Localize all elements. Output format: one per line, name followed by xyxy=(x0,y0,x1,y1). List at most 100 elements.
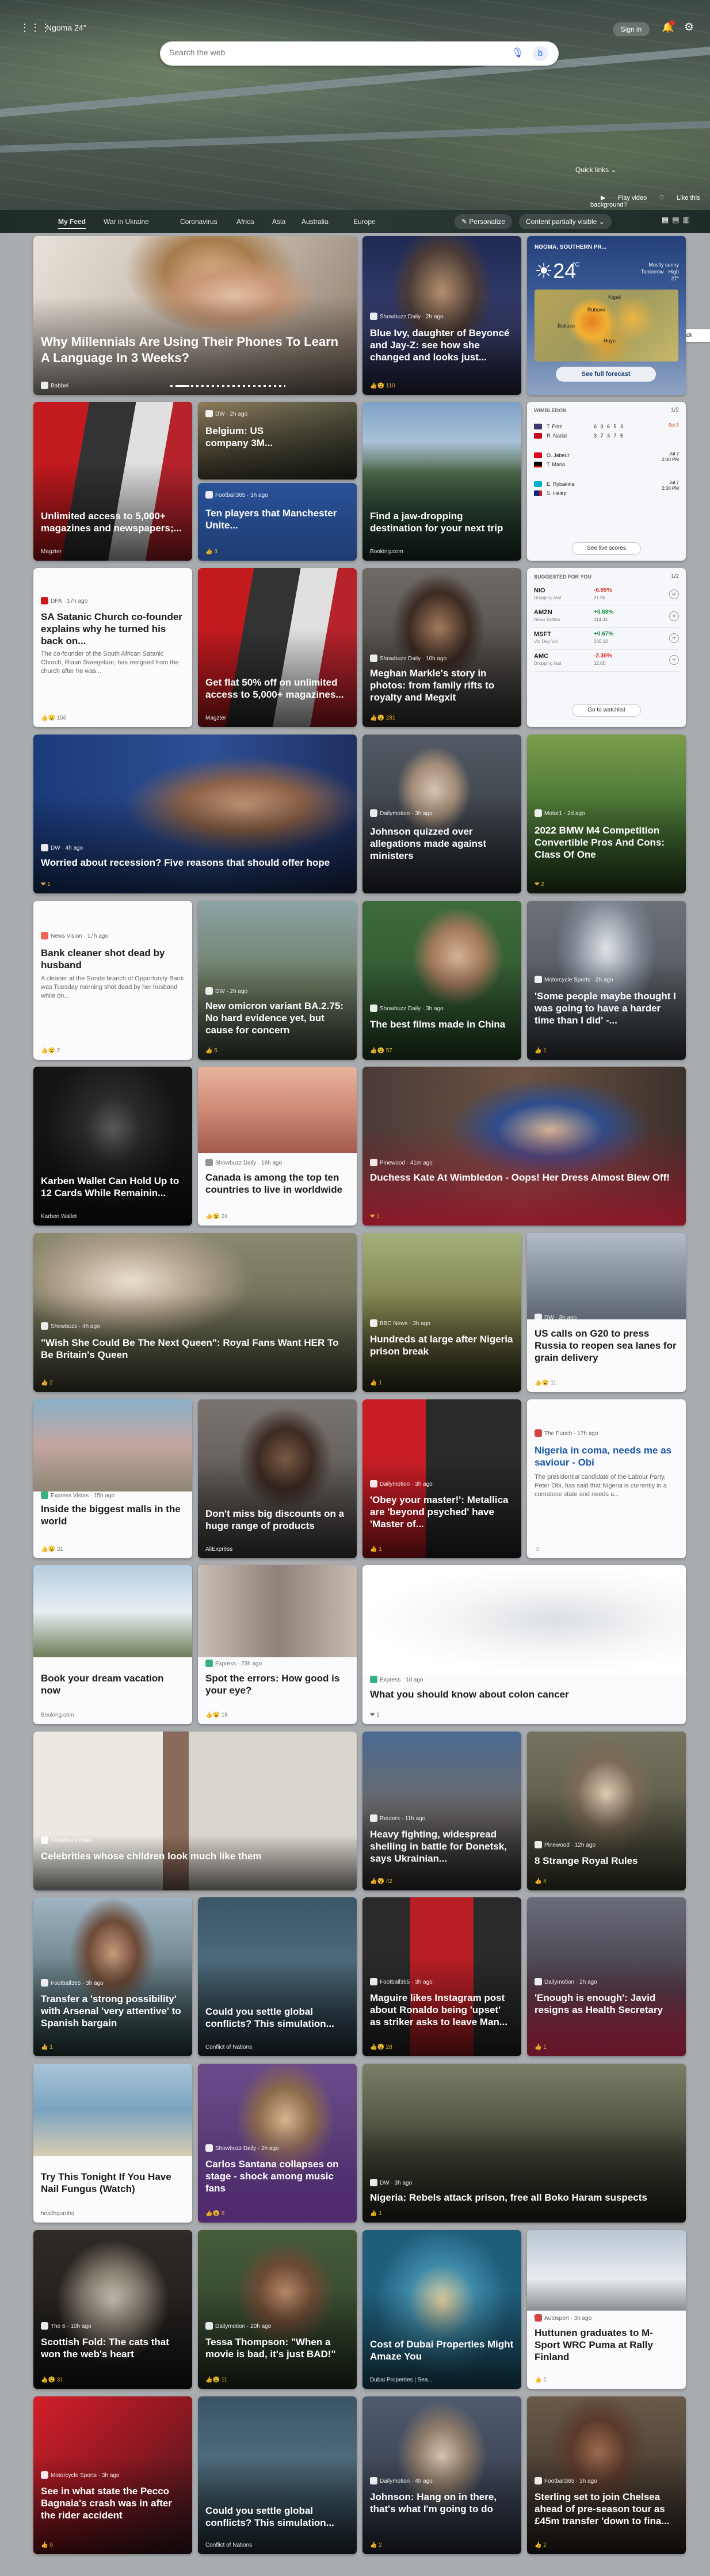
see-full-forecast-button[interactable]: See full forecast xyxy=(556,367,656,382)
news-card[interactable]: DW · 2h ago Belgium: US company 3M... xyxy=(198,402,357,480)
ad-card[interactable]: Get flat 50% off on unlimited access to … xyxy=(198,568,357,727)
card-image xyxy=(33,1399,192,1491)
news-card[interactable]: Showbuzz Daily · 10h agoDW · 4h ago Worr… xyxy=(33,735,357,893)
news-card[interactable]: Motor1 · 2d ago 2022 BMW M4 Competition … xyxy=(527,735,686,893)
stock-change: -2.36% xyxy=(594,653,612,659)
personalize-button[interactable]: ✎ Personalize xyxy=(455,214,513,229)
news-card[interactable]: Showbuzz Daily · 2h ago Blue Ivy, daught… xyxy=(362,236,521,395)
news-card[interactable]: Football365 · 3h ago Ten players that Ma… xyxy=(198,483,357,561)
weather-location: NGOMA, SOUTHERN PR... xyxy=(535,244,607,250)
settings-gear-icon[interactable]: ⚙ xyxy=(684,21,694,34)
match-row[interactable]: T. Maria xyxy=(534,459,679,475)
search-box[interactable]: 🎙 b xyxy=(160,41,559,66)
news-card[interactable]: The 6 · 10h ago Scottish Fold: The cats … xyxy=(33,2230,192,2389)
tab-australia[interactable]: Australia xyxy=(301,218,329,226)
news-card[interactable]: News Vision · 17h ago Bank cleaner shot … xyxy=(33,901,192,1060)
card-title: What you should know about colon cancer xyxy=(370,1689,569,1700)
news-card[interactable]: Motorcycle Sports · 2h ago 'Some people … xyxy=(527,901,686,1060)
quick-links-button[interactable]: Quick links ⌄ xyxy=(575,166,616,174)
stock-row[interactable]: AMZN News Button +0.68% 114.33 + xyxy=(534,606,679,628)
tab-war-in-ukraine[interactable]: War in Ukraine xyxy=(104,218,149,226)
news-card[interactable]: The Punch · 17h ago Nigeria in coma, nee… xyxy=(527,1399,686,1558)
ad-card[interactable]: Unlimited access to 5,000+ magazines and… xyxy=(33,402,192,561)
ad-card[interactable]: Don't miss big discounts on a huge range… xyxy=(198,1399,357,1558)
news-card[interactable]: Dailymotion · 4h ago Johnson: Hang on in… xyxy=(362,2396,521,2554)
add-stock-icon[interactable]: + xyxy=(669,589,679,599)
news-card[interactable]: Showbuzz Daily · 16h ago Canada is among… xyxy=(198,1067,357,1226)
tab-asia[interactable]: Asia xyxy=(272,218,285,226)
news-card[interactable]: Dailymotion · 20h ago Tessa Thompson: "W… xyxy=(198,2230,357,2389)
news-card[interactable]: Pinewood · 12h ago 8 Strange Royal Rules… xyxy=(527,1732,686,1890)
layout-view-icons[interactable]: ▦▤▥ xyxy=(662,215,693,225)
news-card[interactable]: Football365 · 3h ago Maguire likes Insta… xyxy=(362,1897,521,2056)
sign-in-button[interactable]: Sign in xyxy=(613,22,650,36)
map-city: Rubavu xyxy=(587,307,606,313)
news-card[interactable]: DW · 3h ago Nigeria: Rebels attack priso… xyxy=(362,2064,686,2223)
tab-europe[interactable]: Europe xyxy=(353,218,376,226)
news-card[interactable]: Motorcycle Sports · 3h ago See in what s… xyxy=(33,2396,192,2554)
news-card[interactable]: Reuters · 11h ago Heavy fighting, widesp… xyxy=(362,1732,521,1890)
ad-card[interactable]: Could you settle global conflicts? This … xyxy=(198,1897,357,2056)
bing-search-icon[interactable]: b xyxy=(533,46,548,61)
news-card[interactable]: Football365 · 3h ago Transfer a 'strong … xyxy=(33,1897,192,2056)
news-card[interactable]: Pinewood · 41m ago Duchess Kate At Wimbl… xyxy=(362,1067,686,1226)
stock-row[interactable]: MSFT Vid Day Vol +0.67% 265.12 + xyxy=(534,628,679,650)
stock-row[interactable]: AMC Dropping fast -2.36% 12.60 + xyxy=(534,650,679,672)
add-stock-icon[interactable]: + xyxy=(669,655,679,665)
microphone-icon[interactable]: 🎙 xyxy=(511,47,524,59)
tab-africa[interactable]: Africa xyxy=(236,218,254,226)
news-card[interactable]: Showbuzz Daily · 10h ago Meghan Markle's… xyxy=(362,568,521,727)
content-visibility-dropdown[interactable]: Content partially visible ⌄ xyxy=(519,214,612,229)
news-card[interactable]: BBC News · 3h ago Hundreds at large afte… xyxy=(362,1233,521,1392)
news-card[interactable]: DPA · 17h ago SA Satanic Church co-found… xyxy=(33,568,192,727)
wimbledon-pager[interactable]: 1/2 xyxy=(671,407,679,413)
news-card[interactable]: Express · 1d ago What you should know ab… xyxy=(362,1565,686,1724)
news-card[interactable]: Showbuzz Daily Celebrities whose childre… xyxy=(33,1732,357,1890)
card-title: Tessa Thompson: "When a movie is bad, it… xyxy=(205,2337,336,2360)
news-card[interactable]: Express Vistas · 15h ago Inside the bigg… xyxy=(33,1399,192,1558)
weather-radar-map[interactable]: Kigali Bukavu Rubavu Huye xyxy=(535,290,678,362)
news-card[interactable]: Showbuzz Daily · 2h ago Carlos Santana c… xyxy=(198,2064,357,2223)
tab-coronavirus[interactable]: Coronavirus xyxy=(180,218,217,226)
weather-card[interactable]: NGOMA, SOUTHERN PR... ☀24 °C Mostly sunn… xyxy=(527,236,686,395)
news-card[interactable]: Dailymotion · 3h ago 'Obey your master!'… xyxy=(362,1399,521,1558)
play-video-button[interactable]: ▶ Play video xyxy=(601,195,647,201)
ad-card[interactable]: Cost of Dubai Properties Might Amaze You… xyxy=(362,2230,521,2389)
card-title: Cost of Dubai Properties Might Amaze You xyxy=(370,2339,514,2362)
news-card[interactable]: DW · 3h ago US calls on G20 to press Rus… xyxy=(527,1233,686,1392)
tab-my-feed[interactable]: My Feed xyxy=(58,218,86,229)
card-title: Johnson quizzed over allegations made ag… xyxy=(370,826,487,861)
stock-row[interactable]: NIO Dropping fast -6.89% 21.90 + xyxy=(534,584,679,606)
add-stock-icon[interactable]: + xyxy=(669,633,679,643)
news-card[interactable]: Autosport · 3h ago Huttunen graduates to… xyxy=(527,2230,686,2389)
go-to-watchlist-button[interactable]: Go to watchlist xyxy=(572,704,641,717)
ad-card[interactable]: Try This Tonight If You Have Nail Fungus… xyxy=(33,2064,192,2223)
ad-card[interactable]: Book your dream vacation now Booking.com xyxy=(33,1565,192,1724)
news-card[interactable]: DW · 2h ago New omicron variant BA.2.75:… xyxy=(198,901,357,1060)
see-live-scores-button[interactable]: See live scores xyxy=(572,542,641,555)
stocks-pager[interactable]: 1/2 xyxy=(671,573,679,580)
search-input[interactable] xyxy=(169,48,491,57)
wimbledon-scores-card[interactable]: WIMBLEDON 1/2 T. Fritz 6 3 6 5 3 Set 5 R.… xyxy=(527,402,686,561)
news-card[interactable]: Dailymotion · 2h ago 'Enough is enough':… xyxy=(527,1897,686,2056)
match-row[interactable]: R. Nadal 3 7 3 7 5 xyxy=(534,431,679,447)
news-card[interactable]: Dailymotion · 3h ago Johnson quizzed ove… xyxy=(362,735,521,893)
news-card[interactable]: Express · 23h ago Spot the errors: How g… xyxy=(198,1565,357,1724)
news-card[interactable]: Showbuzz · 4h ago "Wish She Could Be The… xyxy=(33,1233,357,1392)
news-card[interactable]: Football365 · 3h ago Sterling set to joi… xyxy=(527,2396,686,2554)
stocks-card[interactable]: SUGGESTED FOR YOU 1/2 NIO Dropping fast -6… xyxy=(527,568,686,727)
flag-icon xyxy=(534,424,542,429)
player-name: S. Halep xyxy=(547,490,567,496)
ad-card[interactable]: Find a jaw-dropping destination for your… xyxy=(362,402,521,561)
news-card[interactable]: Showbuzz Daily · 3h ago The best films m… xyxy=(362,901,521,1060)
add-stock-icon[interactable]: + xyxy=(669,611,679,621)
match-row[interactable]: S. Halep xyxy=(534,488,679,504)
news-card[interactable]: Why Millennials Are Using Their Phones T… xyxy=(33,236,357,395)
card-reactions: 👍😮 18 xyxy=(205,1712,228,1718)
header-weather[interactable]: Ngoma 24° xyxy=(46,23,86,32)
ad-card[interactable]: Could you settle global conflicts? This … xyxy=(198,2396,357,2554)
ad-card[interactable]: Karben Wallet Can Hold Up to 12 Cards Wh… xyxy=(33,1067,192,1226)
stock-price: 12.60 xyxy=(594,661,606,666)
card-title: Meghan Markle's story in photos: from fa… xyxy=(370,668,495,703)
card-source: Express · 23h ago xyxy=(205,1660,262,1667)
